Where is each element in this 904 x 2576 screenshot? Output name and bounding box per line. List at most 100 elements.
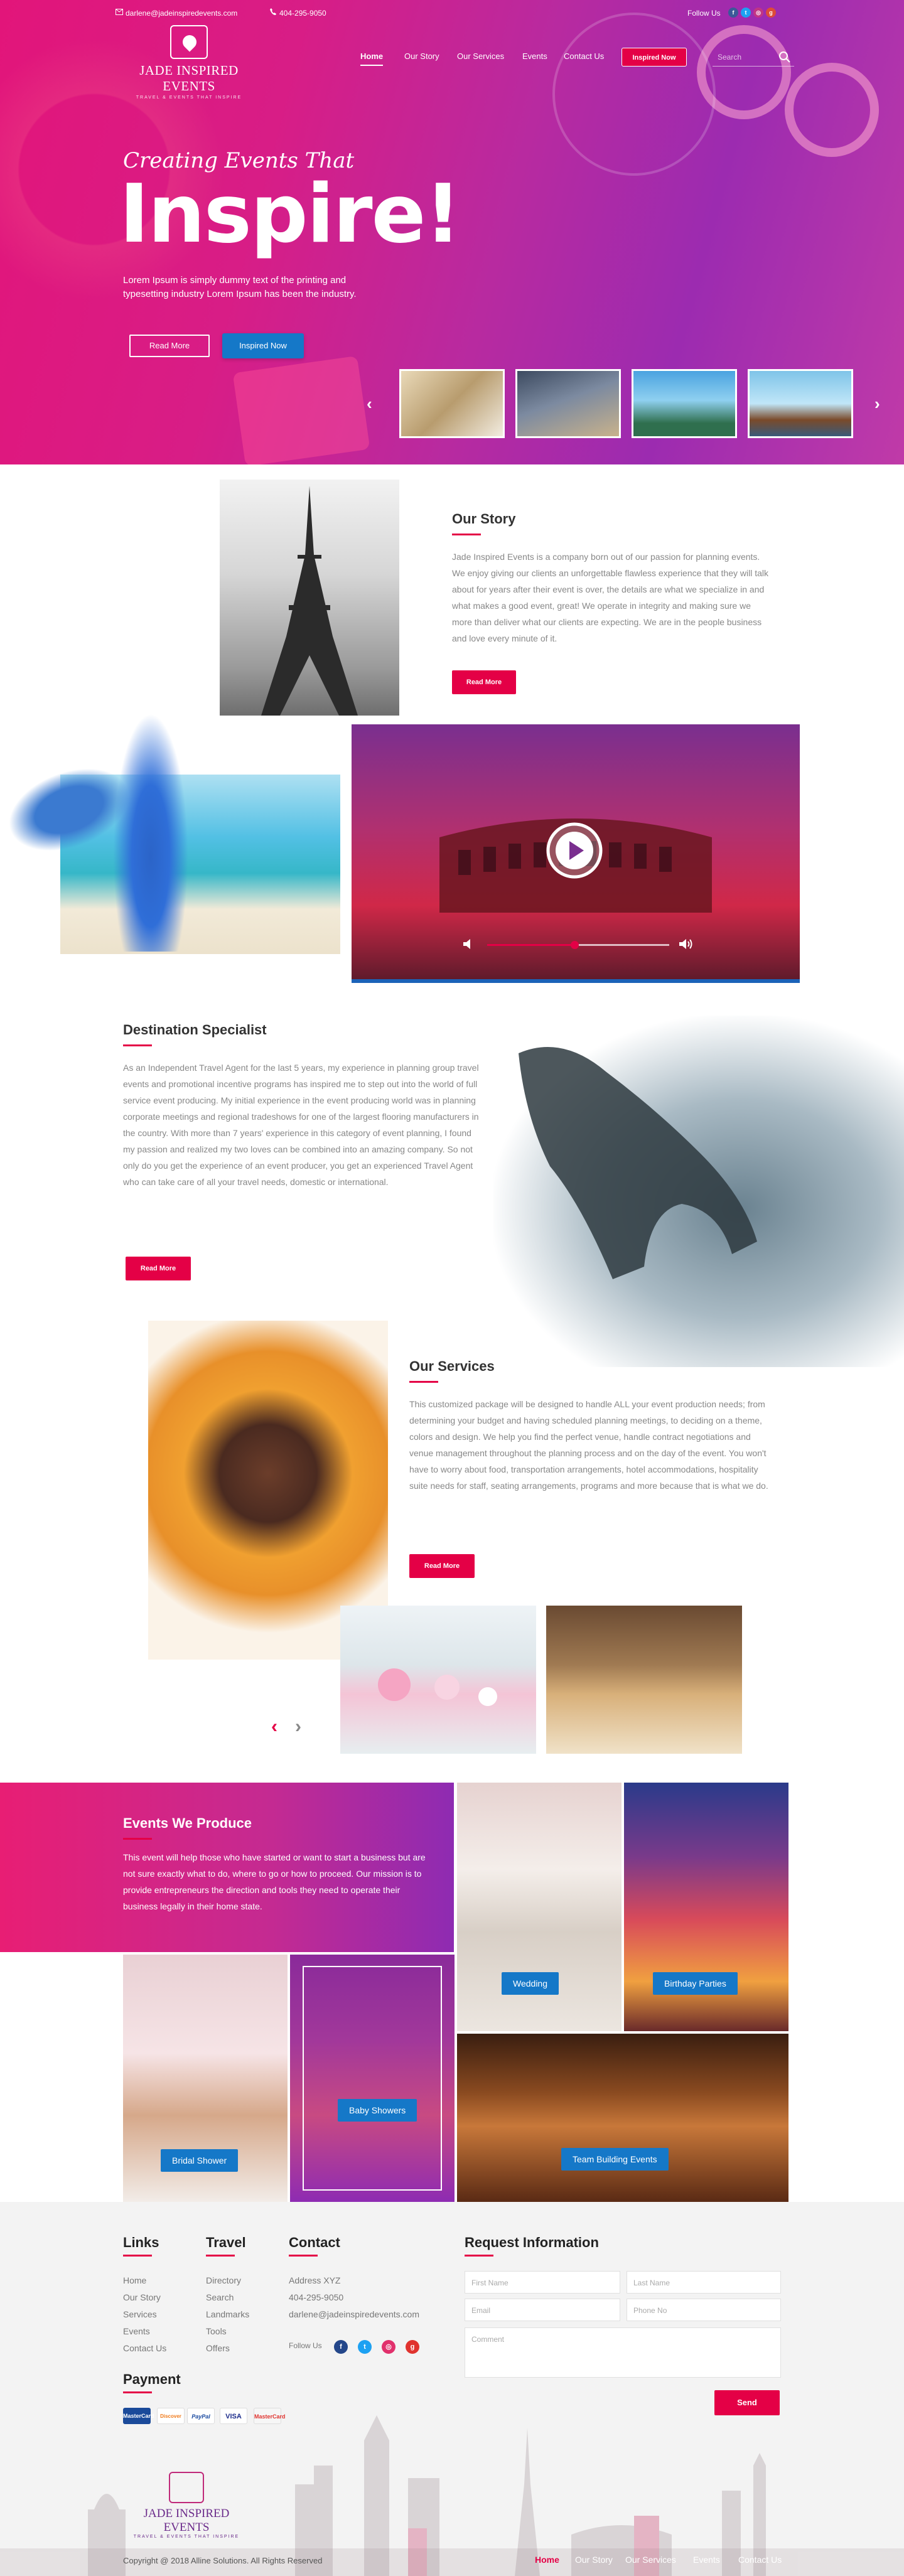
footer-nav-home[interactable]: Home	[535, 2555, 559, 2565]
topbar-phone[interactable]: 404-295-9050	[279, 9, 326, 18]
pastry-buffet-photo	[546, 1606, 742, 1754]
destination-underline	[123, 1044, 152, 1046]
payment-discover-icon: Discover	[157, 2408, 185, 2424]
volume-mute-icon[interactable]	[463, 939, 475, 949]
team-building-label[interactable]: Team Building Events	[561, 2148, 669, 2171]
baby-shower-photo[interactable]	[290, 1955, 455, 2202]
footer-twitter-icon[interactable]: t	[358, 2340, 372, 2354]
hero-next-arrow[interactable]: ›	[874, 394, 880, 414]
footer-nav-events[interactable]: Events	[693, 2555, 720, 2565]
footer-travel-offers[interactable]: Offers	[206, 2340, 230, 2357]
hero-prev-arrow[interactable]: ‹	[367, 394, 372, 414]
footer-logo[interactable]: JADE INSPIRED EVENTS TRAVEL & EVENTS THA…	[121, 2472, 252, 2541]
nav-our-services[interactable]: Our Services	[457, 51, 504, 61]
footer-nav-our-story[interactable]: Our Story	[575, 2555, 613, 2565]
services-next-arrow[interactable]: ›	[295, 1716, 301, 1737]
dancer-figure-photo	[113, 713, 188, 952]
comment-field[interactable]: Comment	[465, 2327, 781, 2378]
instagram-icon[interactable]: ◎	[753, 8, 763, 18]
hero-subtitle: Lorem Ipsum is simply dummy text of the …	[123, 275, 357, 299]
hero-section: darlene@jadeinspiredevents.com 404-295-9…	[0, 0, 904, 464]
eiffel-tower-illustration	[261, 486, 358, 716]
payment-visa-icon: VISA	[220, 2408, 247, 2424]
birthday-label[interactable]: Birthday Parties	[653, 1972, 738, 1995]
mail-icon	[116, 9, 123, 15]
nav-our-story[interactable]: Our Story	[404, 51, 439, 61]
events-underline	[123, 1838, 152, 1840]
hero-read-more-button[interactable]: Read More	[129, 335, 210, 357]
footer-travel-title: Travel	[206, 2235, 246, 2250]
footer-travel-directory[interactable]: Directory	[206, 2272, 241, 2289]
hero-inspired-now-button[interactable]: Inspired Now	[222, 333, 304, 358]
footer-link-events[interactable]: Events	[123, 2323, 150, 2340]
hero-thumb-map-couple[interactable]	[515, 369, 621, 438]
email-field[interactable]: Email	[465, 2299, 620, 2321]
footer-travel-tools[interactable]: Tools	[206, 2323, 227, 2340]
payment-mastercard-icon: MasterCard	[123, 2408, 154, 2424]
video-progress-track[interactable]	[487, 941, 669, 949]
services-text: This customized package will be designed…	[409, 1399, 768, 1491]
googleplus-icon[interactable]: g	[766, 8, 776, 18]
footer-travel-search[interactable]: Search	[206, 2289, 234, 2306]
footer-link-our-story[interactable]: Our Story	[123, 2289, 161, 2306]
footer-instagram-icon[interactable]: ◎	[382, 2340, 396, 2354]
team-building-photo[interactable]	[457, 2034, 788, 2202]
footer-link-contact-us[interactable]: Contact Us	[123, 2340, 166, 2357]
top-bar: darlene@jadeinspiredevents.com 404-295-9…	[0, 0, 904, 25]
payment-paypal-icon: PayPal	[187, 2408, 215, 2424]
story-read-more-button[interactable]: Read More	[452, 670, 516, 694]
topbar-follow-label: Follow Us	[687, 9, 721, 18]
send-button[interactable]: Send	[714, 2390, 780, 2415]
footer-facebook-icon[interactable]: f	[334, 2340, 348, 2354]
twitter-icon[interactable]: t	[741, 8, 751, 18]
story-title: Our Story	[452, 511, 516, 527]
search-input[interactable]: Search	[713, 48, 794, 67]
footer-contact-email[interactable]: darlene@jadeinspiredevents.com	[289, 2306, 419, 2323]
first-name-field[interactable]: First Name	[465, 2271, 620, 2294]
hero-title: Inspire!	[119, 168, 461, 261]
eiffel-tower-photo	[220, 480, 399, 716]
services-prev-arrow[interactable]: ‹	[271, 1716, 277, 1737]
footer-follow-label: Follow Us	[289, 2341, 322, 2350]
footer-nav-our-services[interactable]: Our Services	[625, 2555, 676, 2565]
brand-name: JADE INSPIRED EVENTS	[139, 63, 239, 94]
services-title: Our Services	[409, 1358, 495, 1374]
volume-up-icon[interactable]	[679, 939, 693, 949]
baby-shower-frame	[303, 1966, 442, 2191]
nav-inspired-now-button[interactable]: Inspired Now	[622, 48, 687, 67]
destination-title: Destination Specialist	[123, 1022, 267, 1038]
phone-field[interactable]: Phone No	[627, 2299, 781, 2321]
hero-thumb-mountain-hiker[interactable]	[632, 369, 737, 438]
last-name-field[interactable]: Last Name	[627, 2271, 781, 2294]
nav-home[interactable]: Home	[360, 51, 384, 66]
search-placeholder: Search	[718, 53, 742, 62]
nav-events[interactable]: Events	[522, 51, 547, 61]
baby-shower-label[interactable]: Baby Showers	[338, 2099, 417, 2122]
footer-link-home[interactable]: Home	[123, 2272, 146, 2289]
hero-thumb-suitcase[interactable]	[748, 369, 853, 438]
events-text: This event will help those who have star…	[123, 1852, 426, 1911]
brand-logo[interactable]: JADE INSPIRED EVENTS TRAVEL & EVENTS THA…	[123, 25, 255, 100]
services-read-more-button[interactable]: Read More	[409, 1554, 475, 1578]
hero-thumb-travel-planning[interactable]	[399, 369, 505, 438]
footer-googleplus-icon[interactable]: g	[406, 2340, 419, 2354]
nav-contact-us[interactable]: Contact Us	[564, 51, 604, 61]
footer-contact-underline	[289, 2255, 318, 2257]
video-bottom-bar	[352, 979, 800, 983]
footer-nav-contact-us[interactable]: Contact Us	[738, 2555, 782, 2565]
topbar-email[interactable]: darlene@jadeinspiredevents.com	[126, 9, 237, 18]
bridal-shower-label[interactable]: Bridal Shower	[161, 2149, 239, 2172]
facebook-icon[interactable]: f	[728, 8, 738, 18]
footer-travel-landmarks[interactable]: Landmarks	[206, 2306, 249, 2323]
payment-mastercard-2-icon: MasterCard	[254, 2408, 286, 2424]
search-icon[interactable]	[778, 50, 792, 64]
footer-link-services[interactable]: Services	[123, 2306, 157, 2323]
footer-contact-phone[interactable]: 404-295-9050	[289, 2289, 343, 2306]
story-text: Jade Inspired Events is a company born o…	[452, 552, 769, 643]
footer-brand-tagline: TRAVEL & EVENTS THAT INSPIRE	[133, 2535, 240, 2539]
play-button-icon[interactable]	[546, 822, 603, 879]
pink-lantern	[434, 1675, 460, 1700]
hero-decor-phone	[232, 355, 370, 464]
wedding-label[interactable]: Wedding	[502, 1972, 559, 1995]
destination-read-more-button[interactable]: Read More	[126, 1257, 191, 1280]
